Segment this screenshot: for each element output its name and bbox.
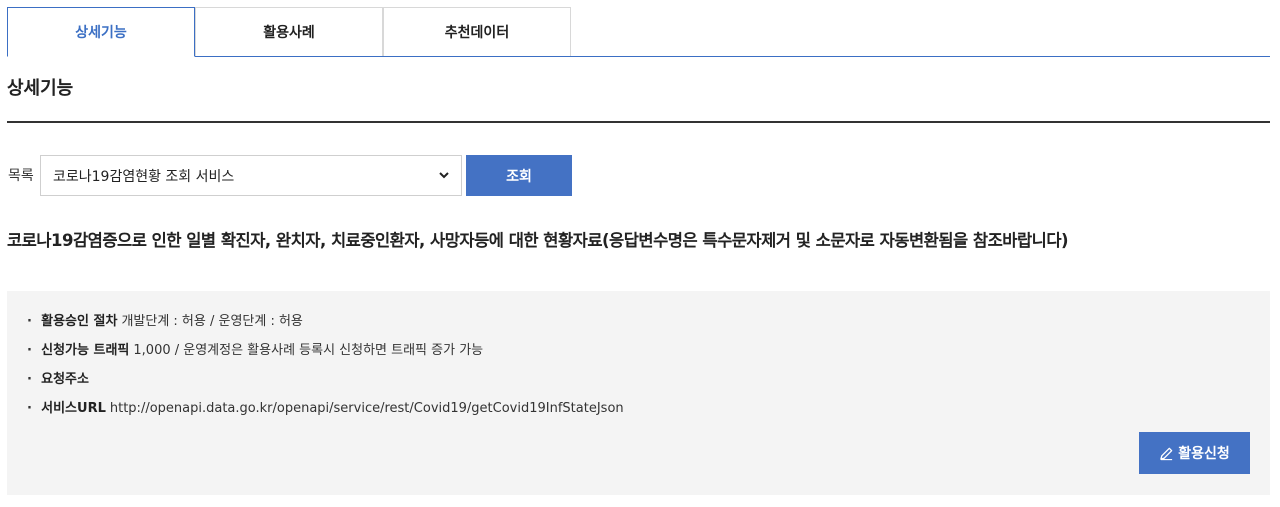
traffic-label: 신청가능 트래픽 — [41, 343, 130, 358]
apply-button[interactable]: 활용신청 — [1139, 432, 1250, 474]
service-select[interactable]: 코로나19감염현황 조회 서비스 — [40, 155, 462, 196]
pencil-icon — [1160, 447, 1173, 460]
list-item: 요청주소 — [27, 371, 624, 400]
search-button[interactable]: 조회 — [466, 155, 572, 196]
service-url-label: 서비스URL — [41, 401, 106, 416]
tab-recommended-data[interactable]: 추천데이터 — [383, 7, 571, 56]
tab-underline — [7, 56, 1270, 57]
tab-detail-functions[interactable]: 상세기능 — [7, 7, 195, 57]
traffic-value: 1,000 / 운영계정은 활용사례 등록시 신청하면 트래픽 증가 가능 — [133, 343, 484, 358]
apply-button-label: 활용신청 — [1178, 446, 1230, 462]
list-item: 활용승인 절차개발단계 : 허용 / 운영단계 : 허용 — [27, 313, 624, 342]
service-url-value: http://openapi.data.go.kr/openapi/servic… — [109, 401, 624, 416]
title-divider — [7, 121, 1270, 123]
service-select-value: 코로나19감염현황 조회 서비스 — [53, 168, 235, 185]
service-description: 코로나19감염증으로 인한 일별 확진자, 완치자, 치료중인환자, 사망자등에… — [7, 231, 1069, 250]
tab-bar: 상세기능 활용사례 추천데이터 — [7, 7, 1270, 57]
info-list: 활용승인 절차개발단계 : 허용 / 운영단계 : 허용 신청가능 트래픽1,0… — [27, 313, 624, 429]
approval-label: 활용승인 절차 — [41, 314, 118, 329]
section-title: 상세기능 — [7, 78, 74, 99]
request-url-label: 요청주소 — [41, 372, 89, 387]
list-item: 서비스URLhttp://openapi.data.go.kr/openapi/… — [27, 400, 624, 429]
info-panel: 활용승인 절차개발단계 : 허용 / 운영단계 : 허용 신청가능 트래픽1,0… — [7, 291, 1270, 495]
list-label: 목록 — [8, 168, 34, 184]
tab-use-cases[interactable]: 활용사례 — [195, 7, 383, 56]
list-item: 신청가능 트래픽1,000 / 운영계정은 활용사례 등록시 신청하면 트래픽 … — [27, 342, 624, 371]
approval-value: 개발단계 : 허용 / 운영단계 : 허용 — [121, 314, 303, 329]
chevron-down-icon — [439, 172, 449, 179]
page: 상세기능 활용사례 추천데이터 상세기능 목록 코로나19감염현황 조회 서비스… — [0, 0, 1280, 507]
